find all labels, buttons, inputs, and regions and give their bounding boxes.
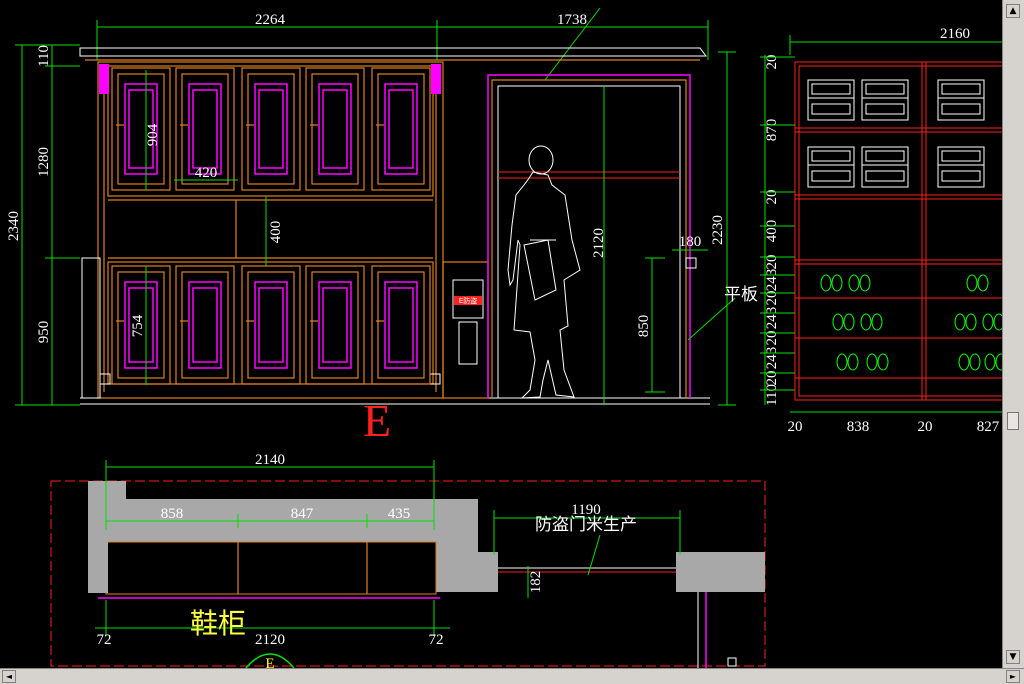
shoe-pair-7 bbox=[966, 274, 989, 292]
side-top-dim: 2160 bbox=[940, 26, 970, 42]
side-dim-2: 870 bbox=[764, 119, 780, 142]
drawer-3 bbox=[937, 79, 985, 121]
elevation-view: 2264 1738 110 1280 2340 950 904 420 400 … bbox=[6, 7, 758, 446]
dim-wall-height: 2230 bbox=[710, 215, 726, 245]
shoe-pair-6 bbox=[866, 353, 889, 371]
upper-door-3 bbox=[241, 67, 301, 191]
shoe-pair-5 bbox=[836, 353, 859, 371]
horizontal-scrollbar[interactable]: ◄ ► bbox=[0, 668, 1024, 684]
drawer-1 bbox=[807, 79, 855, 121]
dim-door-width: 1738 bbox=[557, 12, 587, 28]
shoe-pair-2 bbox=[848, 274, 871, 292]
cad-drawing-viewport[interactable]: 2264 1738 110 1280 2340 950 904 420 400 … bbox=[0, 0, 1002, 668]
person-figure bbox=[507, 145, 581, 399]
scroll-down-icon[interactable]: ▼ bbox=[1006, 650, 1020, 664]
scroll-up-icon[interactable]: ▲ bbox=[1006, 4, 1020, 18]
shoe-pair-9 bbox=[982, 313, 1002, 331]
shoe-pair-11 bbox=[984, 353, 1002, 371]
lower-door-3 bbox=[241, 265, 301, 385]
dim-handle-height: 850 bbox=[636, 315, 652, 338]
drawer-5 bbox=[861, 146, 909, 188]
drawer-4 bbox=[807, 146, 855, 188]
shoe-pair-1 bbox=[820, 274, 843, 292]
dim-upper: 1280 bbox=[36, 147, 52, 177]
plan-bottom-right: 72 bbox=[429, 632, 444, 648]
lower-door-2 bbox=[175, 265, 235, 385]
plan-label-shoe-cabinet: 鞋柜 bbox=[190, 607, 246, 640]
dim-upper-door-width: 420 bbox=[195, 165, 218, 181]
dim-total-height: 2340 bbox=[6, 211, 22, 241]
side-dim-8: 243 bbox=[764, 307, 780, 330]
dim-cabinet-width: 2264 bbox=[255, 12, 286, 28]
plan-segment-2: 847 bbox=[291, 506, 314, 522]
dim-lower-door-height: 754 bbox=[130, 314, 146, 337]
side-dim-12: 110 bbox=[764, 384, 780, 406]
plan-segment-1: 858 bbox=[161, 506, 184, 522]
scroll-thumb[interactable] bbox=[1007, 412, 1019, 430]
vertical-scrollbar[interactable]: ▲ ▼ bbox=[1002, 0, 1024, 668]
plan-depth: 182 bbox=[528, 571, 544, 594]
plan-top-dim: 2140 bbox=[255, 452, 285, 468]
dim-lower: 950 bbox=[36, 321, 52, 344]
lower-door-4 bbox=[305, 265, 365, 385]
shoe-pair-10 bbox=[958, 353, 981, 371]
side-dim-6: 243 bbox=[764, 269, 780, 292]
note-flat-panel: 平板 bbox=[724, 285, 758, 305]
side-dim-4: 400 bbox=[764, 220, 780, 243]
lower-door-5 bbox=[371, 265, 431, 385]
dim-door-height: 2120 bbox=[591, 228, 607, 258]
plan-section-mark: E bbox=[265, 656, 274, 668]
cad-drawing: 2264 1738 110 1280 2340 950 904 420 400 … bbox=[6, 7, 1002, 668]
upper-door-1 bbox=[111, 67, 171, 191]
dim-niche: 400 bbox=[268, 221, 284, 244]
upper-door-5 bbox=[371, 67, 431, 191]
shoe-pair-3 bbox=[832, 313, 855, 331]
plan-bottom-center: 2120 bbox=[255, 632, 285, 648]
scroll-left-icon[interactable]: ◄ bbox=[2, 670, 16, 683]
dim-upper-door-height: 904 bbox=[145, 123, 161, 146]
side-bottom-dim-4: 827 bbox=[977, 419, 1000, 435]
side-bottom-dim-1: 20 bbox=[788, 419, 803, 435]
plan-segment-3: 435 bbox=[388, 506, 411, 522]
drawer-6 bbox=[937, 146, 985, 188]
scroll-right-icon[interactable]: ► bbox=[1006, 670, 1020, 683]
dim-top-trim: 110 bbox=[36, 45, 52, 67]
shoe-pair-4 bbox=[860, 313, 883, 331]
plan-view: 2140 858 847 435 1190 防盗门米生产 182 72 2120… bbox=[50, 452, 766, 668]
plan-door-note: 防盗门米生产 bbox=[535, 515, 637, 535]
plan-bottom-left: 72 bbox=[97, 632, 112, 648]
dim-frame: 180 bbox=[679, 234, 702, 250]
shoe-pair-8 bbox=[954, 313, 977, 331]
side-section-view: 2160 208702040020243202432024320110 20 83… bbox=[760, 26, 1002, 435]
upper-door-4 bbox=[305, 67, 365, 191]
lock-label: E防盗 bbox=[459, 296, 477, 305]
side-dim-10: 243 bbox=[764, 347, 780, 370]
drawer-2 bbox=[861, 79, 909, 121]
side-bottom-dim-2: 838 bbox=[847, 419, 870, 435]
side-bottom-dim-3: 20 bbox=[918, 419, 933, 435]
elevation-label: E bbox=[363, 395, 391, 446]
